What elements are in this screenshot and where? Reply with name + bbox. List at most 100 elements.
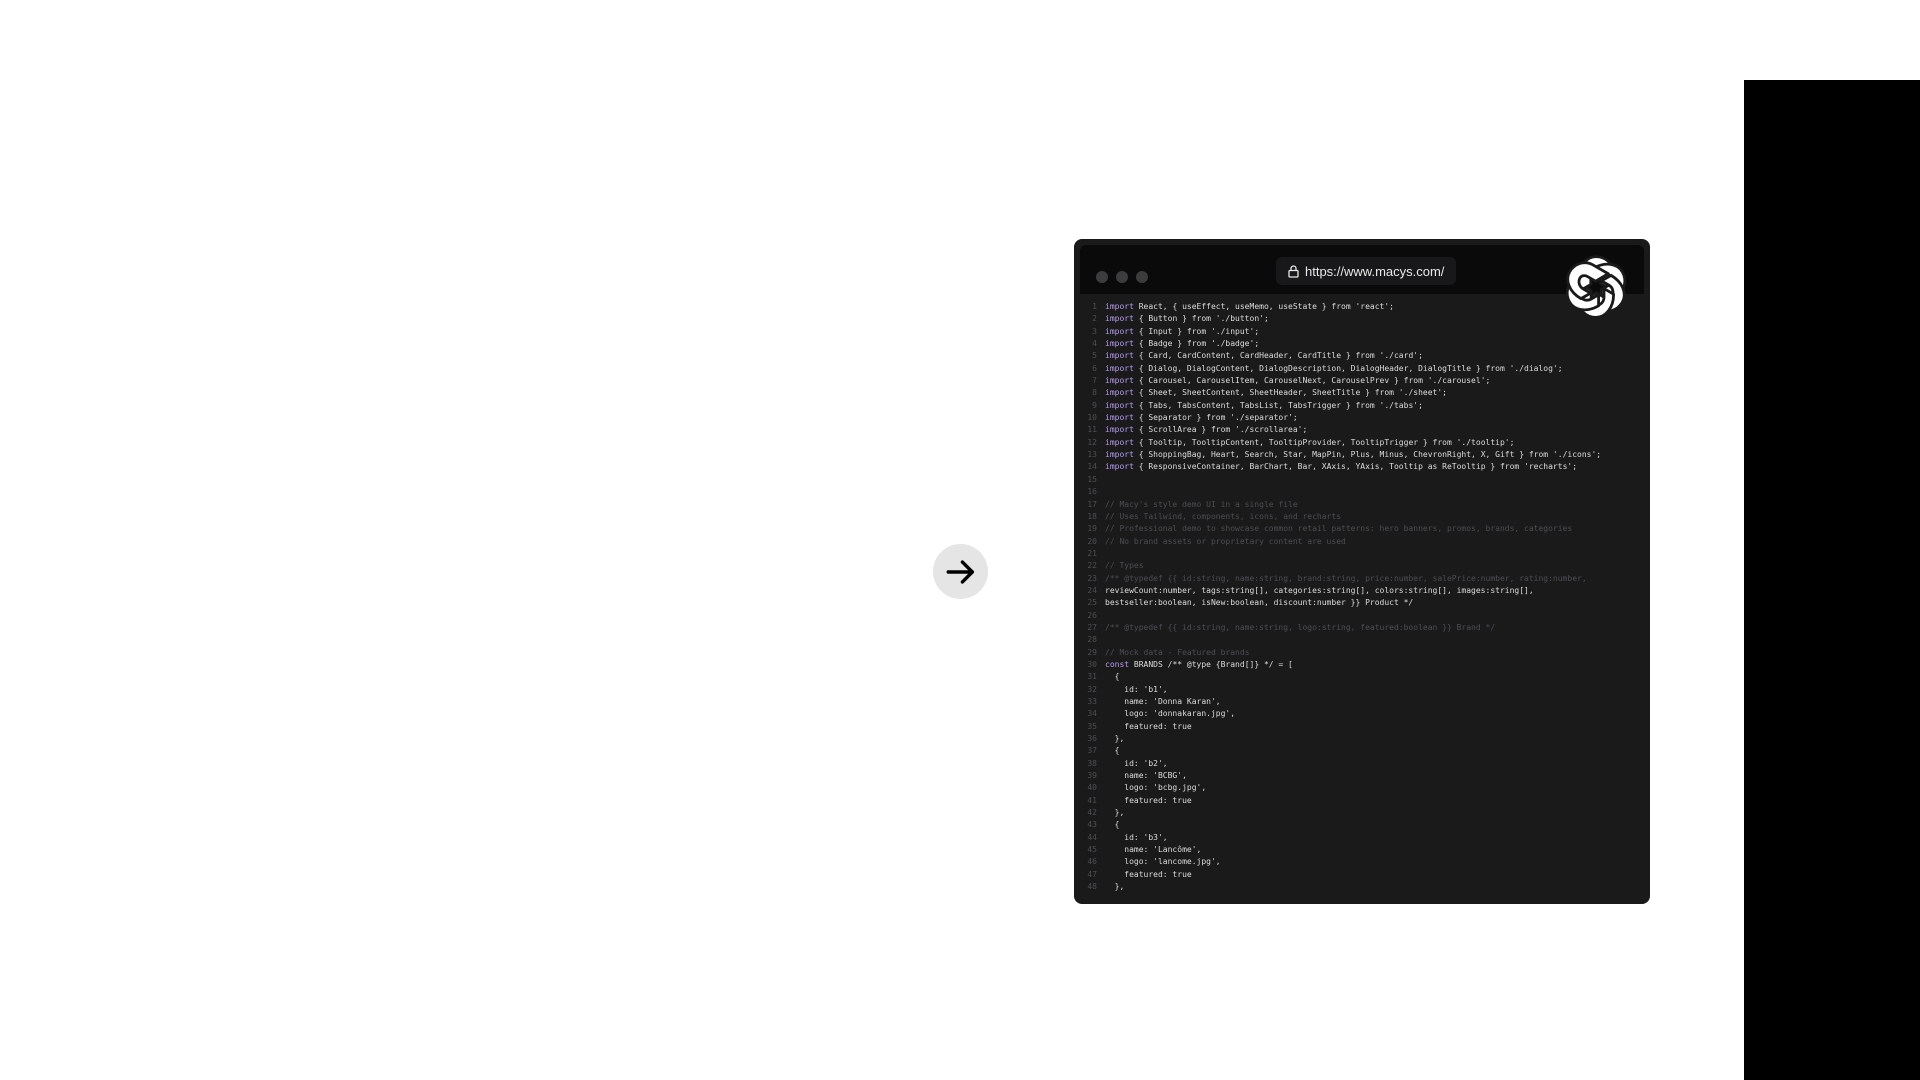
- code-line: 9 import { Tabs, TabsContent, TabsList, T…: [1080, 400, 1644, 412]
- code-text: bestseller:boolean, isNew:boolean, disco…: [1105, 598, 1414, 608]
- code-line: 7 import { Carousel, CarouselItem, Carous…: [1080, 375, 1644, 387]
- code-text: { Input } from './input';: [1133, 326, 1260, 336]
- code-line: 30 const BRANDS /** @type {Brand[]} */ = …: [1080, 659, 1644, 671]
- code-line: 10 import { Separator } from './separator…: [1080, 412, 1644, 424]
- code-keyword: import: [1105, 314, 1134, 324]
- code-text: { Dialog, DialogContent, DialogDescripti…: [1133, 363, 1563, 373]
- code-line: 19 // Professional demo to showcase commo…: [1080, 523, 1644, 535]
- line-number: 27: [1087, 622, 1097, 632]
- code-keyword: import: [1105, 302, 1134, 311]
- code-keyword: const: [1105, 659, 1130, 669]
- window-close-dot[interactable]: [1096, 271, 1108, 283]
- code-text: },: [1105, 882, 1125, 892]
- code-keyword: import: [1105, 400, 1134, 410]
- code-line: 35 featured: true: [1080, 721, 1644, 733]
- line-number: 5: [1092, 351, 1097, 361]
- code-keyword: import: [1105, 363, 1134, 373]
- line-number: 24: [1087, 585, 1097, 595]
- code-keyword: import: [1105, 462, 1134, 472]
- code-text: { ShoppingBag, Heart, Search, Star, MapP…: [1133, 450, 1602, 460]
- line-number: 46: [1087, 857, 1097, 867]
- line-number: 17: [1087, 499, 1097, 509]
- code-line: 15: [1080, 474, 1644, 486]
- line-number: 43: [1087, 820, 1097, 830]
- code-line: 13 import { ShoppingBag, Heart, Search, S…: [1080, 449, 1644, 461]
- code-text: reviewCount:number, tags:string[], categ…: [1105, 585, 1534, 595]
- line-number: 42: [1087, 808, 1097, 818]
- code-line: 31 {: [1080, 671, 1644, 683]
- code-line: 39 name: 'BCBG',: [1080, 770, 1644, 782]
- code-text: { Badge } from './badge';: [1133, 339, 1260, 349]
- code-line: 22 // Types: [1080, 560, 1644, 572]
- code-text: { Sheet, SheetContent, SheetHeader, Shee…: [1133, 388, 1447, 398]
- line-number: 22: [1087, 561, 1097, 571]
- code-text: { Button } from './button';: [1133, 314, 1269, 324]
- code-text: id: 'b2',: [1105, 758, 1168, 768]
- line-number: 47: [1087, 869, 1097, 879]
- code-text: featured: true: [1105, 721, 1192, 731]
- line-number: 15: [1087, 474, 1097, 484]
- code-text: {: [1105, 672, 1120, 682]
- window-minimize-dot[interactable]: [1116, 271, 1128, 283]
- code-line: 43 {: [1080, 819, 1644, 831]
- line-number: 7: [1092, 376, 1097, 386]
- line-number: 21: [1087, 548, 1097, 558]
- code-line: 36 },: [1080, 733, 1644, 745]
- line-number: 16: [1087, 487, 1097, 497]
- code-keyword: import: [1105, 326, 1134, 336]
- code-text: id: 'b1',: [1105, 684, 1168, 694]
- code-keyword: import: [1105, 425, 1134, 435]
- code-line: 32 id: 'b1',: [1080, 684, 1644, 696]
- line-number: 48: [1087, 882, 1097, 892]
- code-text: logo: 'donnakaran.jpg',: [1105, 709, 1236, 719]
- window-maximize-dot[interactable]: [1136, 271, 1148, 283]
- code-line: 4 import { Badge } from './badge';: [1080, 338, 1644, 350]
- code-text: { Tooltip, TooltipContent, TooltipProvid…: [1133, 437, 1515, 447]
- line-number: 36: [1087, 734, 1097, 744]
- code-keyword: import: [1105, 339, 1134, 349]
- code-line: 48 },: [1080, 881, 1644, 893]
- code-comment: /** @typedef {{ id:string, name:string, …: [1105, 622, 1496, 632]
- code-line: 21: [1080, 548, 1644, 560]
- address-bar[interactable]: https://www.macys.com/: [1276, 257, 1457, 285]
- code-comment: // Uses Tailwind, components, icons, and…: [1105, 511, 1342, 521]
- code-comment: // Macy's style demo UI in a single file: [1105, 499, 1298, 509]
- line-number: 12: [1087, 437, 1097, 447]
- next-arrow-button[interactable]: [933, 544, 988, 599]
- code-line: 33 name: 'Donna Karan',: [1080, 696, 1644, 708]
- code-text: BRANDS /** @type {Brand[]} */ = [: [1129, 659, 1293, 669]
- code-line: 47 featured: true: [1080, 869, 1644, 881]
- code-line: 34 logo: 'donnakaran.jpg',: [1080, 708, 1644, 720]
- line-number: 6: [1092, 363, 1097, 373]
- code-text: },: [1105, 734, 1125, 744]
- line-number: 29: [1087, 647, 1097, 657]
- code-text: {: [1105, 746, 1120, 756]
- code-line: 17 // Macy's style demo UI in a single fi…: [1080, 499, 1644, 511]
- code-line: 38 id: 'b2',: [1080, 758, 1644, 770]
- lock-icon: [1288, 264, 1299, 278]
- code-text: { Tabs, TabsContent, TabsList, TabsTrigg…: [1133, 400, 1423, 410]
- line-number: 1: [1092, 302, 1097, 311]
- code-line: 16: [1080, 486, 1644, 498]
- code-line: 40 logo: 'bcbg.jpg',: [1080, 782, 1644, 794]
- line-number: 35: [1087, 721, 1097, 731]
- line-number: 34: [1087, 709, 1097, 719]
- line-number: 30: [1087, 659, 1097, 669]
- code-keyword: import: [1105, 388, 1134, 398]
- line-number: 3: [1092, 326, 1097, 336]
- code-text: {: [1105, 820, 1120, 830]
- code-line: 42 },: [1080, 807, 1644, 819]
- line-number: 33: [1087, 697, 1097, 706]
- code-line: 12 import { Tooltip, TooltipContent, Tool…: [1080, 437, 1644, 449]
- code-line: 27 /** @typedef {{ id:string, name:string…: [1080, 622, 1644, 634]
- code-line: 37 {: [1080, 745, 1644, 757]
- code-line: 44 id: 'b3',: [1080, 832, 1644, 844]
- code-line: 46 logo: 'lancome.jpg',: [1080, 856, 1644, 868]
- line-number: 8: [1092, 388, 1097, 398]
- right-side-panel: [1744, 80, 1920, 1080]
- code-text: id: 'b3',: [1105, 832, 1168, 842]
- line-number: 18: [1087, 511, 1097, 521]
- line-number: 28: [1087, 635, 1097, 645]
- code-text: name: 'Lancôme',: [1105, 845, 1202, 855]
- code-comment: // Professional demo to showcase common …: [1105, 524, 1573, 534]
